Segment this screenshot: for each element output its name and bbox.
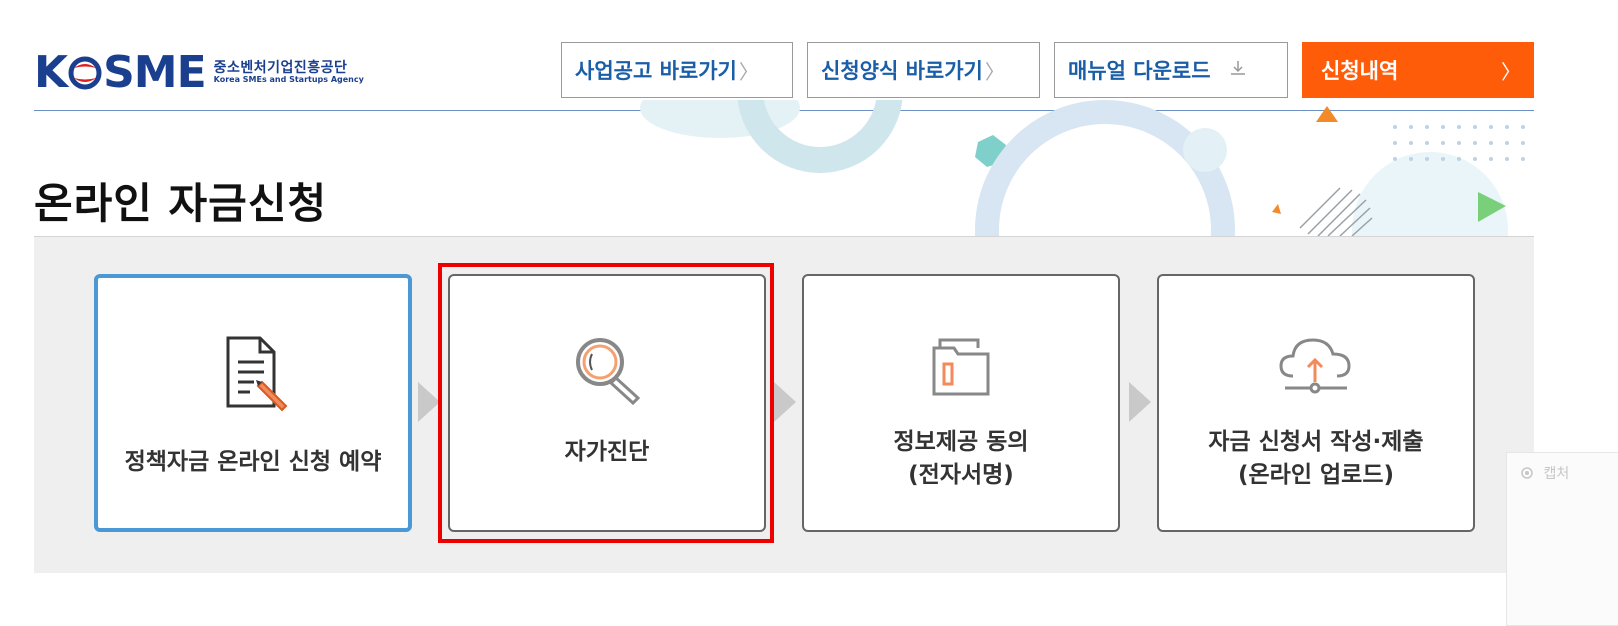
business-notice-label: 사업공고 바로가기 bbox=[575, 59, 737, 83]
cloud-upload-icon bbox=[1279, 338, 1351, 394]
step-label: 정보제공 동의 (전자서명) bbox=[893, 429, 1029, 489]
manual-download-label: 매뉴얼 다운로드 bbox=[1068, 59, 1211, 83]
step-arrow-icon bbox=[774, 382, 796, 422]
chevron-right-icon: 〉 bbox=[984, 59, 1005, 84]
page-title: 온라인 자금신청 bbox=[34, 179, 328, 228]
chevron-right-icon: 〉 bbox=[1501, 59, 1521, 84]
download-icon bbox=[1229, 59, 1247, 82]
step-label: 정책자금 온라인 신청 예약 bbox=[124, 449, 382, 475]
chevron-right-icon: 〉 bbox=[738, 59, 759, 84]
application-form-label: 신청양식 바로가기 bbox=[821, 59, 983, 83]
header-divider bbox=[34, 110, 1534, 111]
application-history-button[interactable]: 신청내역 〉 bbox=[1302, 42, 1534, 98]
capture-label: 캡처 bbox=[1543, 466, 1570, 482]
logo-mark: K SME bbox=[34, 47, 207, 98]
kosme-logo[interactable]: K SME 중소벤처기업진흥공단 Korea SMEs and Startups… bbox=[34, 48, 364, 98]
step-online-reservation[interactable]: 정책자금 온라인 신청 예약 bbox=[94, 274, 412, 532]
document-pen-icon bbox=[226, 336, 288, 412]
business-notice-button[interactable]: 사업공고 바로가기 〉 bbox=[561, 42, 793, 98]
application-form-button[interactable]: 신청양식 바로가기 〉 bbox=[807, 42, 1040, 98]
logo-swirl-icon bbox=[68, 56, 102, 90]
capture-icon bbox=[1521, 467, 1533, 479]
manual-download-button[interactable]: 매뉴얼 다운로드 bbox=[1054, 42, 1288, 98]
logo-name-en: Korea SMEs and Startups Agency bbox=[213, 75, 364, 85]
folder-icon bbox=[932, 338, 990, 396]
logo-name-kr: 중소벤처기업진흥공단 bbox=[213, 59, 348, 76]
capture-widget[interactable]: 캡처 bbox=[1506, 452, 1618, 626]
application-history-label: 신청내역 bbox=[1321, 59, 1399, 83]
step-arrow-icon bbox=[1129, 382, 1151, 422]
step-application-submit[interactable]: 자금 신청서 작성·제출 (온라인 업로드) bbox=[1157, 274, 1475, 532]
selection-highlight bbox=[438, 263, 774, 543]
step-arrow-icon bbox=[418, 382, 440, 422]
step-label: 자금 신청서 작성·제출 (온라인 업로드) bbox=[1208, 429, 1424, 489]
decorative-background bbox=[640, 100, 1525, 240]
step-info-consent[interactable]: 정보제공 동의 (전자서명) bbox=[802, 274, 1120, 532]
